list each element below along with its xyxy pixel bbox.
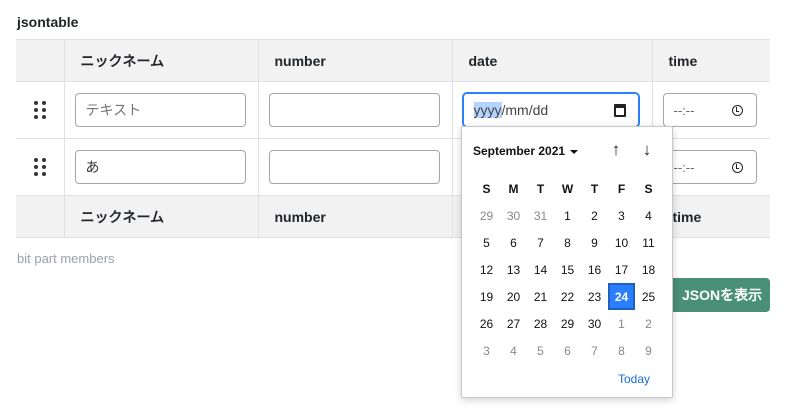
day-cell[interactable]: 13 bbox=[500, 256, 527, 283]
drag-handle-icon[interactable] bbox=[33, 101, 46, 120]
footer-number: number bbox=[258, 195, 453, 238]
today-button[interactable]: Today bbox=[618, 372, 650, 386]
day-cell[interactable]: 31 bbox=[527, 202, 554, 229]
day-cell[interactable]: 8 bbox=[608, 337, 635, 364]
day-cell[interactable]: 10 bbox=[608, 229, 635, 256]
day-cell[interactable]: 29 bbox=[554, 310, 581, 337]
header-nickname: ニックネーム bbox=[64, 39, 259, 82]
header-date: date bbox=[452, 39, 653, 82]
day-cell[interactable]: 3 bbox=[473, 337, 500, 364]
number-input[interactable] bbox=[268, 93, 440, 127]
caret-down-icon bbox=[570, 149, 579, 154]
day-cell[interactable]: 7 bbox=[527, 229, 554, 256]
day-cell[interactable]: 11 bbox=[635, 229, 662, 256]
day-cell[interactable]: 22 bbox=[554, 283, 581, 310]
drag-handle-cell[interactable] bbox=[16, 138, 65, 196]
day-cell[interactable]: 1 bbox=[608, 310, 635, 337]
day-cell[interactable]: 9 bbox=[635, 337, 662, 364]
day-cell[interactable]: 17 bbox=[608, 256, 635, 283]
day-cell[interactable]: 28 bbox=[527, 310, 554, 337]
date-rest-segment[interactable]: /mm/dd bbox=[502, 102, 549, 118]
day-cell[interactable]: 27 bbox=[500, 310, 527, 337]
weekday-header: S bbox=[644, 181, 653, 196]
day-cell[interactable]: 15 bbox=[554, 256, 581, 283]
day-cell[interactable]: 3 bbox=[608, 202, 635, 229]
day-cell[interactable]: 16 bbox=[581, 256, 608, 283]
weekday-header: W bbox=[561, 181, 574, 196]
table-header-row: ニックネーム number date time bbox=[16, 39, 770, 82]
month-year-selector[interactable]: September 2021 bbox=[473, 144, 579, 158]
day-cell[interactable]: 8 bbox=[554, 229, 581, 256]
previous-month-arrow-icon[interactable]: ↑ bbox=[607, 140, 625, 160]
nickname-input[interactable] bbox=[74, 93, 246, 127]
date-picker-popup: September 2021 ↑ ↓ S M T W T F S 29 30 31 1 2 3 4 5 6 7 8… bbox=[461, 126, 673, 398]
day-cell[interactable]: 21 bbox=[527, 283, 554, 310]
day-cell[interactable]: 1 bbox=[554, 202, 581, 229]
header-time: time bbox=[652, 39, 770, 82]
weekday-header: S bbox=[482, 181, 491, 196]
selected-day-cell[interactable]: 24 bbox=[608, 283, 635, 310]
time-value: --:-- bbox=[673, 102, 695, 118]
weekday-header: T bbox=[590, 181, 599, 196]
footer-nickname: ニックネーム bbox=[64, 195, 259, 238]
day-cell[interactable]: 4 bbox=[635, 202, 662, 229]
time-value: --:-- bbox=[673, 159, 695, 175]
day-cell[interactable]: 20 bbox=[500, 283, 527, 310]
time-input[interactable]: --:-- bbox=[662, 93, 757, 127]
date-input[interactable]: yyyy/mm/dd bbox=[461, 92, 640, 128]
day-cell[interactable]: 23 bbox=[581, 283, 608, 310]
day-cell[interactable]: 18 bbox=[635, 256, 662, 283]
cell-number bbox=[258, 138, 453, 196]
day-cell[interactable]: 2 bbox=[581, 202, 608, 229]
day-cell[interactable]: 5 bbox=[473, 229, 500, 256]
day-cell[interactable]: 2 bbox=[635, 310, 662, 337]
month-label: September 2021 bbox=[473, 144, 566, 158]
drag-handle-cell[interactable] bbox=[16, 81, 65, 139]
drag-handle-icon[interactable] bbox=[33, 158, 46, 177]
day-cell[interactable]: 25 bbox=[635, 283, 662, 310]
day-cell[interactable]: 30 bbox=[581, 310, 608, 337]
next-month-arrow-icon[interactable]: ↓ bbox=[638, 140, 656, 160]
cell-nickname bbox=[64, 81, 259, 139]
day-cell[interactable]: 19 bbox=[473, 283, 500, 310]
cell-number bbox=[258, 81, 453, 139]
cell-nickname bbox=[64, 138, 259, 196]
handle-header bbox=[16, 39, 65, 82]
weekday-header: M bbox=[508, 181, 519, 196]
day-cell[interactable]: 30 bbox=[500, 202, 527, 229]
show-json-button[interactable]: JSONを表示 bbox=[664, 278, 770, 312]
day-cell[interactable]: 14 bbox=[527, 256, 554, 283]
day-cell[interactable]: 26 bbox=[473, 310, 500, 337]
calendar-icon[interactable] bbox=[613, 104, 626, 117]
day-cell[interactable]: 4 bbox=[500, 337, 527, 364]
day-cell[interactable]: 29 bbox=[473, 202, 500, 229]
clock-icon[interactable] bbox=[731, 162, 743, 173]
clock-icon[interactable] bbox=[731, 105, 743, 116]
handle-footer bbox=[16, 195, 65, 238]
number-input[interactable] bbox=[268, 150, 440, 184]
table-caption: bit part members bbox=[17, 251, 115, 266]
day-cell[interactable]: 7 bbox=[581, 337, 608, 364]
header-number: number bbox=[258, 39, 453, 82]
nickname-input[interactable] bbox=[74, 150, 246, 184]
page-title: jsontable bbox=[17, 14, 79, 30]
day-cell[interactable]: 5 bbox=[527, 337, 554, 364]
day-cell[interactable]: 6 bbox=[554, 337, 581, 364]
day-cell[interactable]: 12 bbox=[473, 256, 500, 283]
weekday-header: T bbox=[536, 181, 545, 196]
time-input[interactable]: --:-- bbox=[662, 150, 757, 184]
date-year-segment[interactable]: yyyy bbox=[473, 102, 502, 118]
day-cell[interactable]: 9 bbox=[581, 229, 608, 256]
weekday-header: F bbox=[617, 181, 626, 196]
calendar-grid: S M T W T F S 29 30 31 1 2 3 4 5 6 7 8 9 10 11 12 13 14 15 16 17 18… bbox=[473, 175, 662, 364]
day-cell[interactable]: 6 bbox=[500, 229, 527, 256]
